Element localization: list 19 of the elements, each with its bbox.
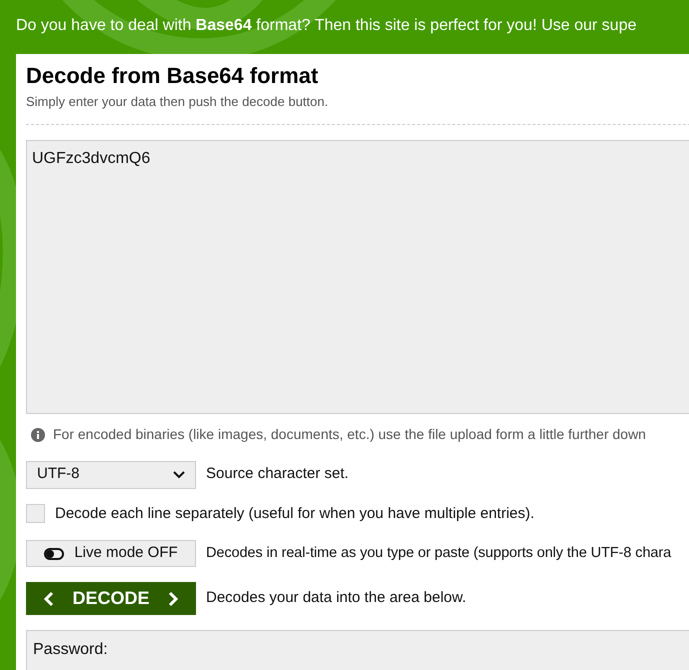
checkbox-label: Decode each line separately (useful for when you have multiple entries).	[55, 504, 534, 524]
banner-text: Do you have to deal with Base64 format? Then this site is perfect for you! Use our supe	[16, 16, 636, 36]
page-subtitle: Simply enter your data then push the decode button.	[26, 93, 328, 111]
chevron-left-icon	[44, 590, 54, 606]
live-mode-description: Decodes in real-time as you type or paste (supports only the UTF-8 chara	[206, 544, 672, 563]
live-mode-button[interactable]: Live mode OFF	[26, 540, 196, 567]
checkbox[interactable]	[26, 504, 45, 524]
decode-description: Decodes your data into the area below.	[206, 588, 466, 608]
chevron-right-icon	[168, 590, 178, 606]
info-text: For encoded binaries (like images, documents, etc.) use the file upload form a little further down	[53, 425, 646, 444]
chevron-down-icon	[173, 470, 185, 478]
info-icon	[31, 428, 45, 442]
toggle-off-icon	[44, 548, 64, 560]
charset-select[interactable]: UTF-8	[26, 460, 196, 488]
charset-description: Source character set.	[206, 464, 349, 484]
input-field[interactable]: UGFzc3dvcmQ6	[26, 140, 689, 414]
decode-button[interactable]: DECODE	[26, 582, 196, 615]
page-title: Decode from Base64 format	[26, 62, 318, 90]
password-label: Password:	[33, 641, 108, 658]
